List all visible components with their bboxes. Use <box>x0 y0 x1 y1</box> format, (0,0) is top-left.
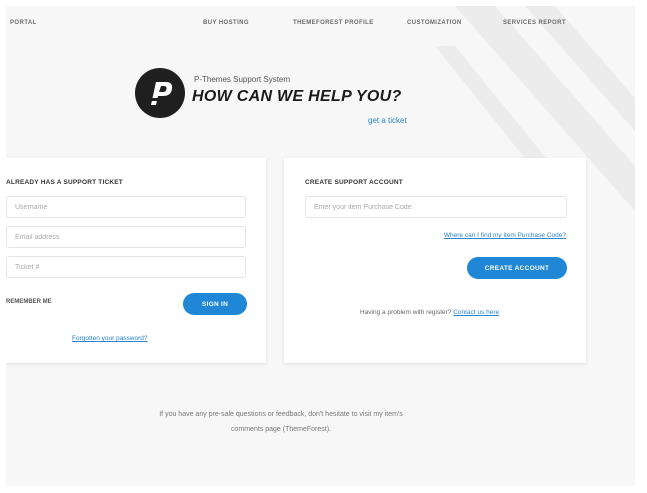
hero-subtitle: P-Themes Support System <box>194 75 291 84</box>
create-account-card: CREATE SUPPORT ACCOUNT Where can I find … <box>284 158 586 363</box>
p-logo-icon <box>138 82 173 105</box>
hero-title: HOW CAN WE HELP YOU? <box>192 88 402 105</box>
brand-logo <box>135 68 185 118</box>
top-navigation: PORTAL BUY HOSTING THEMEFOREST PROFILE C… <box>6 6 635 40</box>
footer-note: If you have any pre-sale questions or fe… <box>6 407 556 437</box>
nav-item-services-report[interactable]: SERVICES REPORT <box>503 20 566 26</box>
nav-item-themeforest-profile[interactable]: THEMEFOREST PROFILE <box>293 20 374 26</box>
forgot-password-link[interactable]: Forgotten your password? <box>72 335 148 342</box>
create-account-button[interactable]: CREATE ACCOUNT <box>467 257 567 279</box>
register-problem-label: Having a problem with register? <box>360 309 452 316</box>
login-card-title: ALREADY HAS A SUPPORT TICKET <box>6 179 123 186</box>
login-card: ALREADY HAS A SUPPORT TICKET REMEMBER ME… <box>6 158 266 363</box>
register-problem-text: Having a problem with register? Contact … <box>360 309 499 316</box>
footer-line-2[interactable]: comments page (ThemeForest). <box>6 422 556 437</box>
email-field[interactable] <box>6 226 246 248</box>
footer-line-1: If you have any pre-sale questions or fe… <box>159 411 403 418</box>
nav-item-buy-hosting[interactable]: BUY HOSTING <box>203 20 249 26</box>
create-card-title: CREATE SUPPORT ACCOUNT <box>305 179 403 186</box>
get-ticket-link[interactable]: get a ticket <box>368 116 407 125</box>
nav-item-portal[interactable]: PORTAL <box>10 20 37 26</box>
nav-item-customization[interactable]: CUSTOMIZATION <box>407 20 462 26</box>
sign-in-button[interactable]: SIGN IN <box>183 293 247 315</box>
purchase-code-field[interactable] <box>305 196 567 218</box>
username-field[interactable] <box>6 196 246 218</box>
ticket-number-field[interactable] <box>6 256 246 278</box>
contact-us-link[interactable]: Contact us here <box>453 309 499 316</box>
remember-me-label[interactable]: REMEMBER ME <box>6 299 52 305</box>
page-frame: PORTAL BUY HOSTING THEMEFOREST PROFILE C… <box>6 6 635 486</box>
find-purchase-code-link[interactable]: Where can I find my item Purchase Code? <box>444 232 566 239</box>
